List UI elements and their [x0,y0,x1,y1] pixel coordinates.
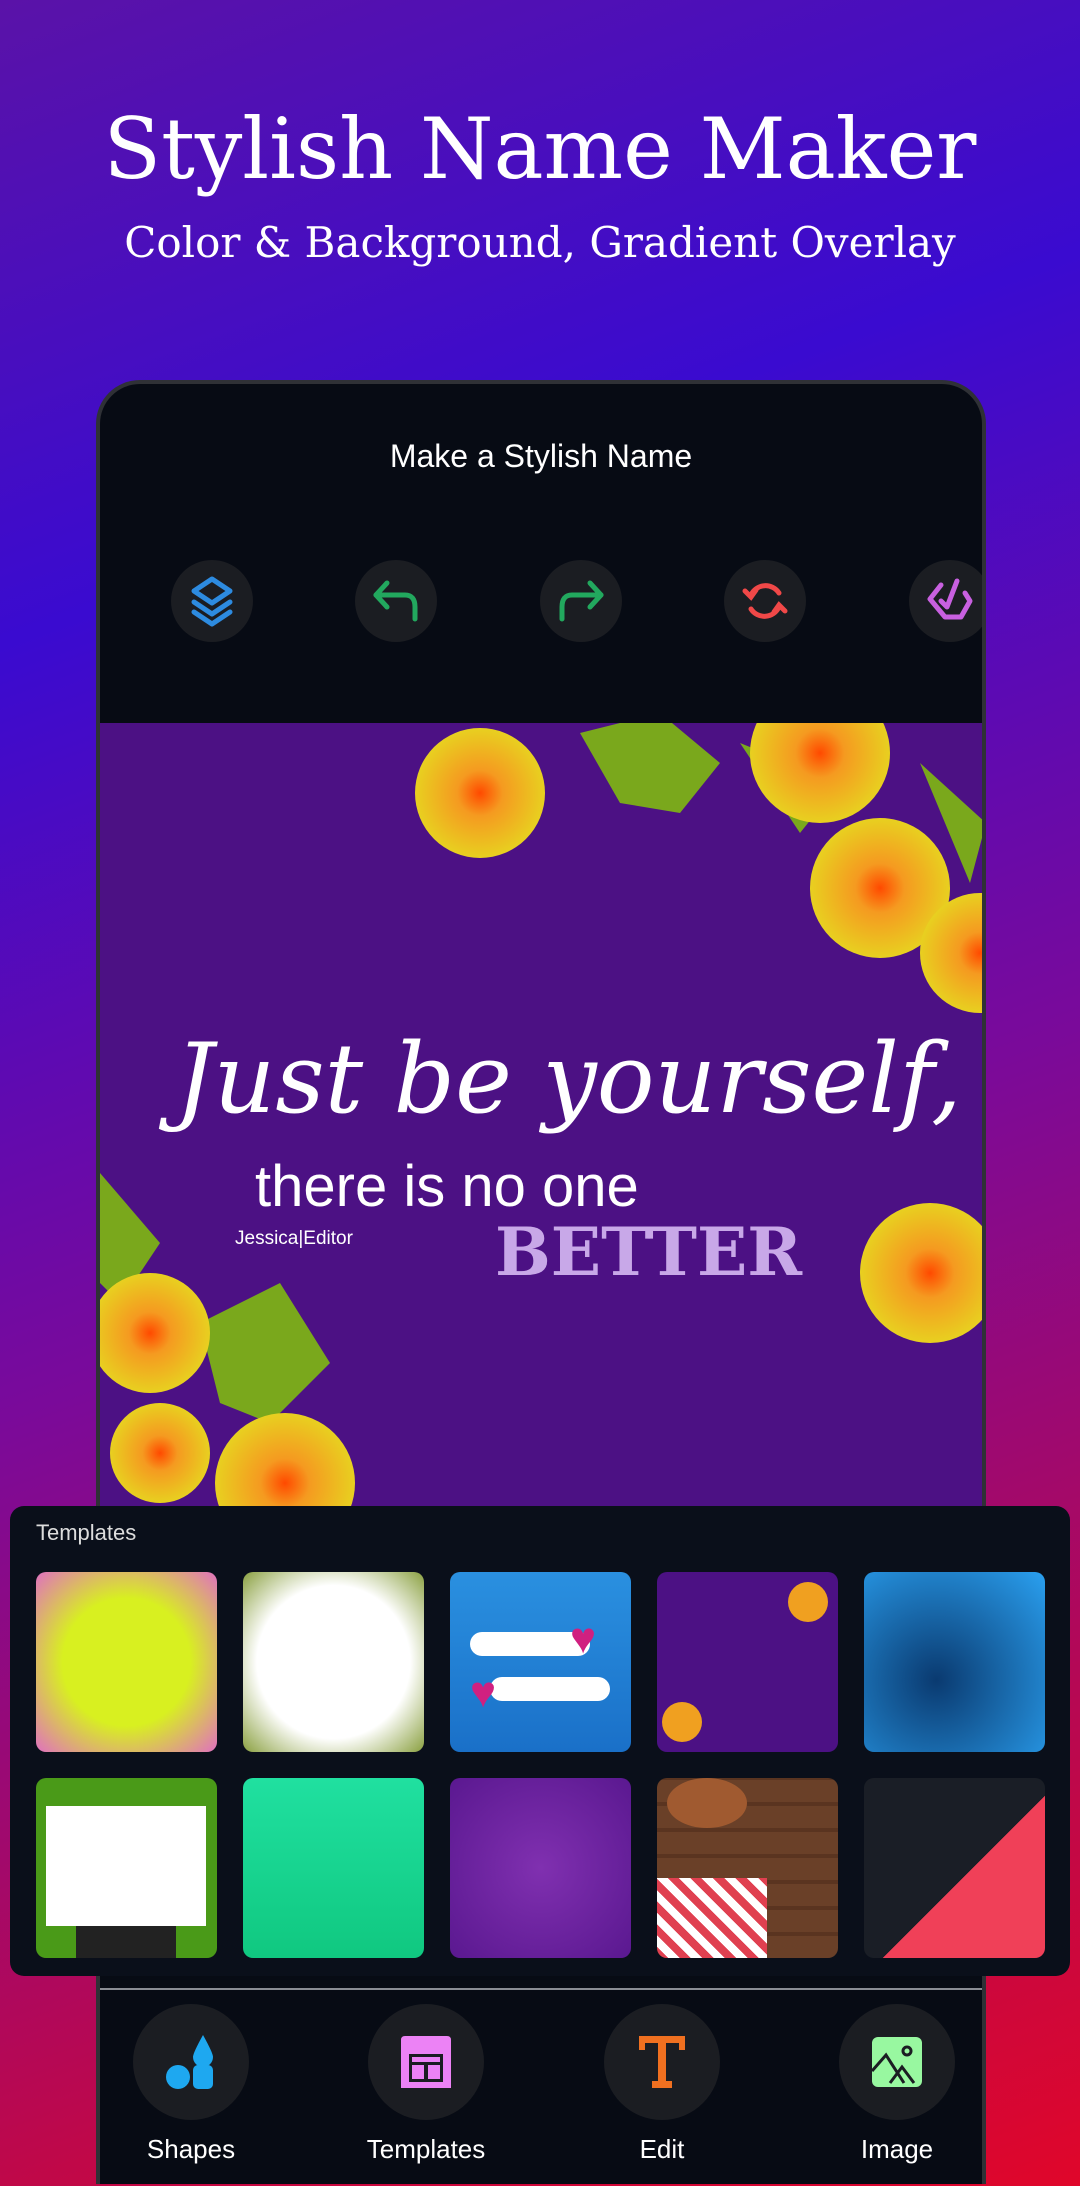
undo-icon [373,580,418,622]
quote-line-2[interactable]: there is no one [255,1153,639,1220]
reset-button[interactable] [724,560,806,642]
refresh-icon [742,583,788,619]
layers-icon [191,576,233,627]
template-thumbnail[interactable] [450,1778,631,1958]
signature-text[interactable]: Jessica|Editor [235,1228,353,1250]
template-thumbnail[interactable] [657,1778,838,1958]
layers-button[interactable] [171,560,253,642]
promo-subtitle: Color & Background, Gradient Overlay [124,218,956,267]
templates-icon [401,2036,451,2088]
redo-icon [559,580,604,622]
quote-line-3[interactable]: BETTER [495,1213,802,1291]
shapes-icon [166,2035,213,2089]
nav-shapes[interactable]: Shapes [116,2004,266,2164]
redo-button[interactable] [540,560,622,642]
check-badge-icon [927,578,973,620]
quote-line-1[interactable]: Just be yourself, [175,1023,962,1135]
nav-label: Image [860,2134,934,2164]
divider [100,1988,982,1990]
template-thumbnail[interactable] [243,1572,424,1752]
nav-image[interactable]: Image [822,2004,972,2164]
undo-button[interactable] [355,560,437,642]
template-thumbnail[interactable] [36,1572,217,1752]
template-thumbnail[interactable] [864,1778,1045,1958]
templates-panel: Templates ♥ ♥ [10,1506,1070,1976]
app-title: Make a Stylish Name [389,438,693,474]
nav-edit[interactable]: Edit [587,2004,737,2164]
design-canvas[interactable]: Just be yourself, there is no one BETTER… [100,723,982,1513]
template-thumbnail[interactable] [243,1778,424,1958]
template-thumbnail[interactable]: ♥ ♥ [450,1572,631,1752]
nav-label: Templates [366,2134,486,2164]
template-thumbnail[interactable] [657,1572,838,1752]
image-icon [872,2037,922,2087]
nav-label: Edit [639,2134,685,2164]
save-button[interactable] [909,560,982,642]
promo-title: Stylish Name Maker [103,100,977,198]
template-thumbnail[interactable] [36,1778,217,1958]
template-thumbnail[interactable] [864,1572,1045,1752]
templates-label: Templates [36,1520,137,1545]
nav-label: Shapes [146,2134,236,2164]
text-icon [639,2036,685,2088]
nav-templates[interactable]: Templates [351,2004,501,2164]
